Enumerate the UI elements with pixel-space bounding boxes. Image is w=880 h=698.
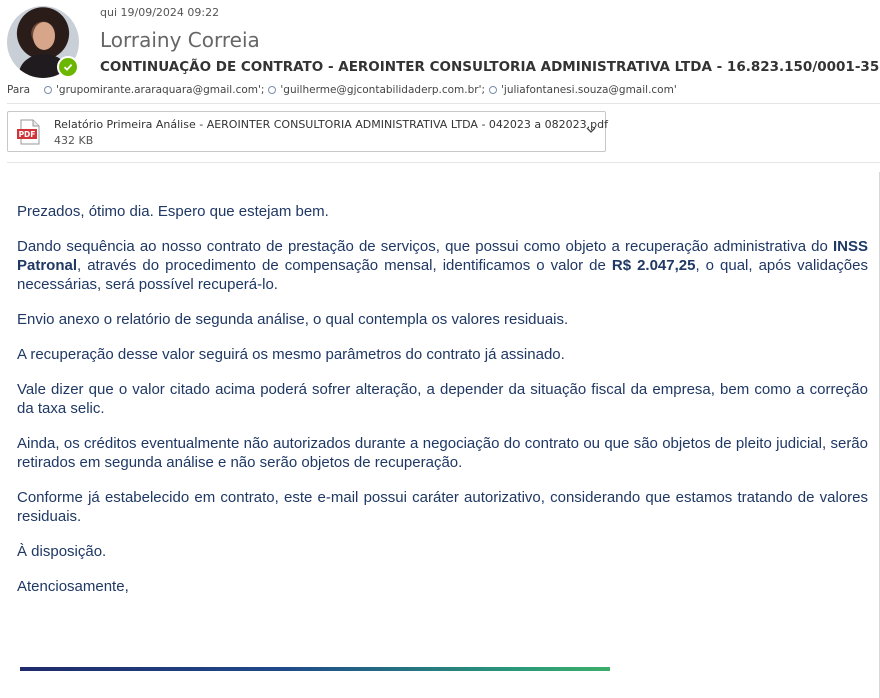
email-date: qui 19/09/2024 09:22 xyxy=(100,6,220,19)
to-label: Para xyxy=(7,84,31,96)
body-paragraph: Vale dizer que o valor citado acima pode… xyxy=(17,381,868,417)
body-text-span: Dando sequência ao nosso contrato de pre… xyxy=(17,238,833,255)
attachment-size: 432 KB xyxy=(54,134,94,147)
body-paragraph: Conforme já estabelecido em contrato, es… xyxy=(17,489,868,525)
recipient[interactable]: 'guilherme@gjcontabilidaderp.com.br'; xyxy=(268,84,485,96)
attachment-card[interactable]: PDF Relatório Primeira Análise - AEROINT… xyxy=(7,111,608,152)
avatar-face xyxy=(33,22,55,50)
pdf-icon: PDF xyxy=(17,119,40,145)
body-text-span: , através do procedimento de compensação… xyxy=(77,257,612,274)
recipient-address: 'grupomirante.araraquara@gmail.com'; xyxy=(56,84,265,96)
recipient-status-icon xyxy=(489,86,498,94)
attachment-name: Relatório Primeira Análise - AEROINTER C… xyxy=(54,118,608,131)
signature-gradient-bar xyxy=(20,667,610,671)
attachment-divider xyxy=(7,162,880,163)
recipient[interactable]: 'grupomirante.araraquara@gmail.com'; xyxy=(44,84,264,96)
pdf-badge-label: PDF xyxy=(19,130,36,139)
recipient-status-icon xyxy=(268,86,277,94)
body-paragraph: Envio anexo o relatório de segunda análi… xyxy=(17,311,569,328)
recipients-row: Para 'grupomirante.araraquara@gmail.com'… xyxy=(7,84,681,96)
recipient[interactable]: 'juliafontanesi.souza@gmail.com' xyxy=(489,84,677,96)
body-paragraph: A recuperação desse valor seguirá os mes… xyxy=(17,346,565,363)
body-closing: Atenciosamente, xyxy=(17,578,129,595)
email-subject: CONTINUAÇÃO DE CONTRATO - AEROINTER CONS… xyxy=(100,59,880,75)
presence-available-icon xyxy=(57,56,79,78)
body-paragraph: Ainda, os créditos eventualmente não aut… xyxy=(17,435,868,471)
header-divider xyxy=(7,103,880,104)
body-greeting: Prezados, ótimo dia. Espero que estejam … xyxy=(17,203,329,220)
recipient-address: 'guilherme@gjcontabilidaderp.com.br'; xyxy=(280,84,486,96)
recipient-status-icon xyxy=(44,86,53,94)
body-paragraph: À disposição. xyxy=(17,543,107,560)
recipient-address: 'juliafontanesi.souza@gmail.com' xyxy=(501,84,677,96)
body-paragraph-value: Dando sequência ao nosso contrato de pre… xyxy=(17,237,868,294)
body-bold-amount: R$ 2.047,25 xyxy=(611,257,696,274)
sender-name[interactable]: Lorrainy Correia xyxy=(100,28,260,52)
chevron-down-icon[interactable] xyxy=(585,124,597,136)
email-body: Prezados, ótimo dia. Espero que estejam … xyxy=(17,202,868,612)
